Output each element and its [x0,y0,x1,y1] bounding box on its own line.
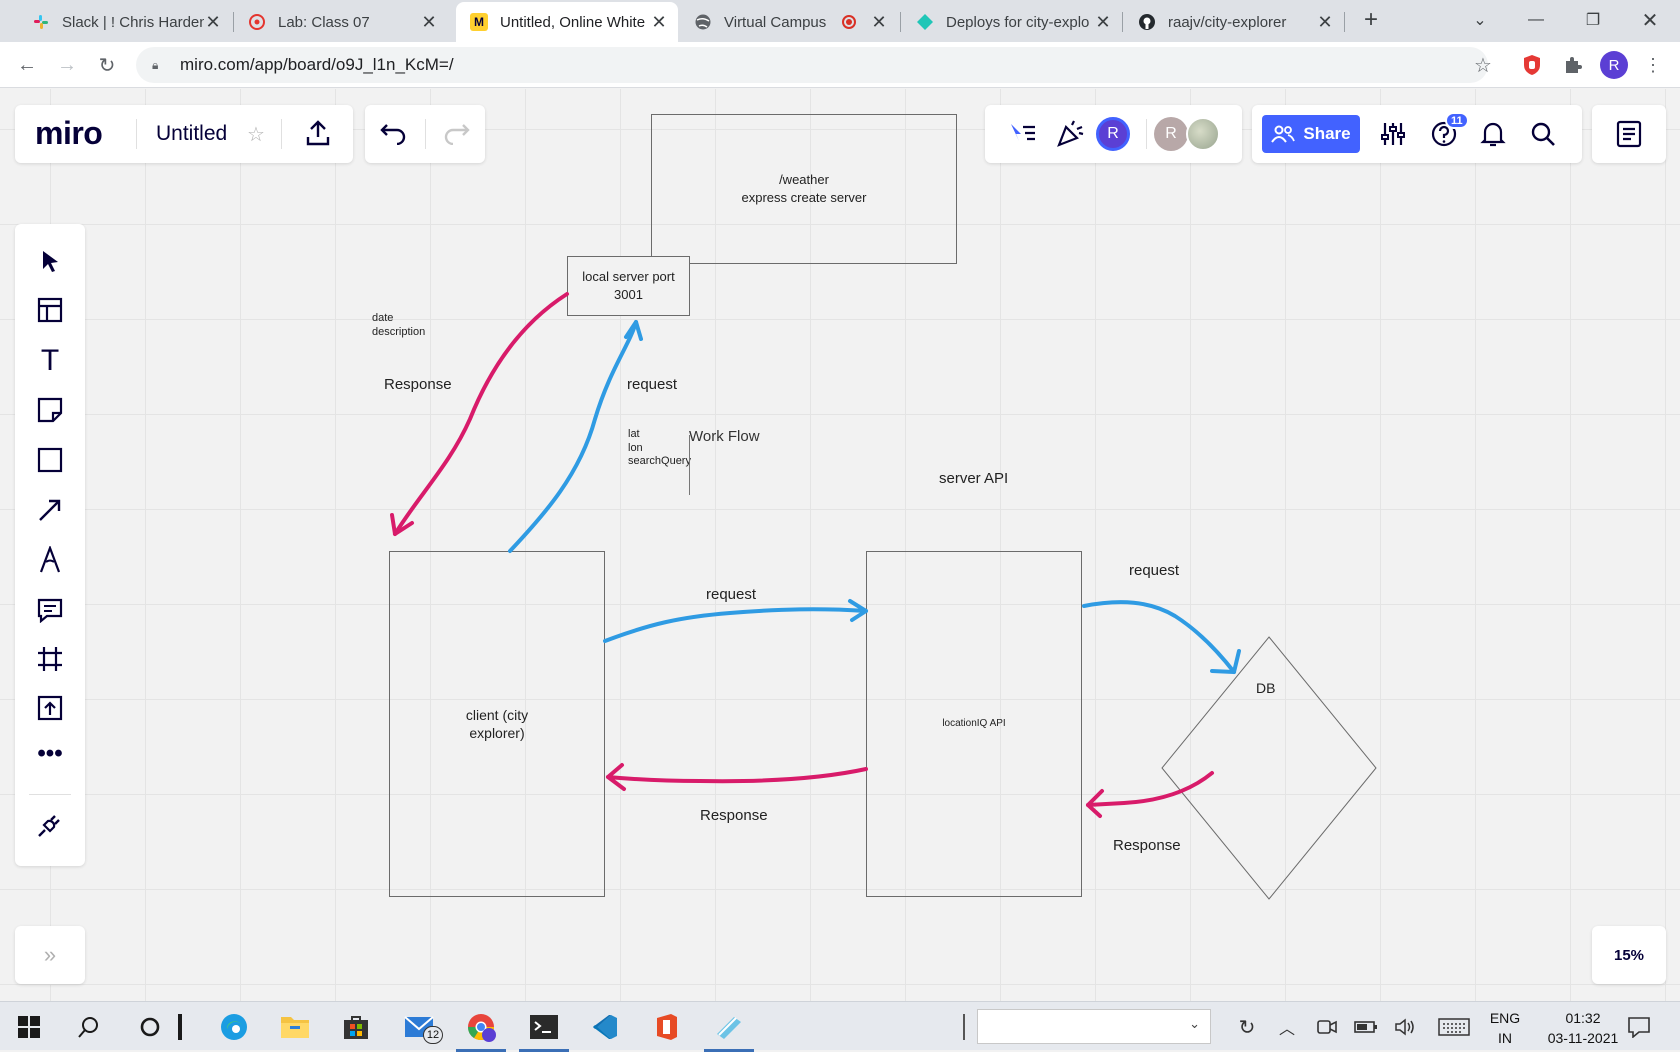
tab-github[interactable]: raajv/city-explorer ✕ [1124,2,1344,42]
close-tab-icon[interactable]: ✕ [204,12,222,33]
toolbar-divider [963,1014,965,1040]
close-icon: ✕ [1641,9,1659,32]
kebab-menu-icon[interactable]: ⋮ [1640,52,1666,78]
chrome-icon[interactable] [456,1010,506,1052]
slack-icon [32,13,50,31]
back-button[interactable]: ← [12,50,42,80]
forward-button[interactable]: → [52,50,82,80]
search-icon[interactable] [72,1010,106,1044]
diagram-connectors [390,292,1377,900]
lock-icon: 🔒︎ [152,57,159,72]
arrow-left-icon: ← [17,53,37,76]
clock-time: 01:32 [1565,1010,1601,1026]
terminal-icon[interactable] [519,1010,569,1052]
tab-lab-class[interactable]: Lab: Class 07 ✕ [234,2,448,42]
browser-toolbar: ← → ↻ 🔒︎ miro.com/app/board/o9J_l1n_KcM=… [0,42,1680,88]
arrow-right-icon: → [57,53,77,76]
reload-button[interactable]: ↻ [92,50,122,80]
new-tab-button[interactable]: + [1351,6,1391,34]
vscode-icon[interactable] [588,1010,622,1044]
tab-title: Virtual Campus [724,13,827,31]
tab-search-button[interactable]: ⌄ [1460,6,1500,34]
volume-icon[interactable] [1389,1010,1423,1044]
clock[interactable]: 01:32 03-11-2021 [1540,1008,1626,1048]
notification-center-icon[interactable] [1622,1010,1656,1044]
snipping-tool-icon[interactable] [704,1010,754,1052]
battery-icon[interactable] [1349,1010,1383,1044]
close-tab-icon[interactable]: ✕ [1316,12,1334,33]
recording-icon [842,15,856,29]
task-view-icon[interactable] [176,1010,184,1044]
netlify-icon [916,13,934,31]
tab-title: Lab: Class 07 [278,13,370,31]
request-arrow[interactable] [508,320,638,553]
tab-slack[interactable]: Slack | ! Chris Harden ✕ [18,2,232,42]
globe-icon [694,13,712,31]
tab-title: raajv/city-explorer [1168,13,1287,31]
extension-shield-icon[interactable] [1519,52,1545,78]
minimize-button[interactable]: — [1516,6,1556,34]
plus-icon: + [1363,6,1378,33]
tab-title: Slack | ! Chris Harden [62,13,204,31]
windows-taskbar: 12 ⌄ ↻ ︿ ENG IN 01:32 03-11-2021 [0,1001,1680,1052]
chevron-down-icon: ⌄ [1473,12,1487,29]
restore-button[interactable]: ❐ [1573,6,1613,34]
canvas-icon [248,13,266,31]
office-icon[interactable] [650,1010,684,1044]
response-arrow[interactable] [393,292,569,536]
miro-icon: M [470,13,488,31]
cortana-circle-icon[interactable] [133,1010,167,1044]
tab-netlify[interactable]: Deploys for city-explo ✕ [902,2,1122,42]
url-text: miro.com/app/board/o9J_l1n_KcM=/ [180,55,454,74]
store-bag-icon[interactable] [339,1010,373,1044]
tab-separator [900,12,901,32]
response-arrow[interactable] [606,767,868,784]
mail-icon[interactable]: 12 [402,1010,443,1044]
tab-separator [1344,12,1345,32]
tab-title: Deploys for city-explo [946,13,1090,31]
show-hidden-icons-chevron[interactable]: ︿ [1270,1010,1304,1044]
start-windows-icon[interactable] [12,1010,46,1044]
edge-browser-icon[interactable] [217,1010,251,1044]
language-indicator[interactable]: ENG IN [1485,1008,1525,1048]
meet-now-icon[interactable] [1310,1010,1344,1044]
address-bar[interactable]: 🔒︎ miro.com/app/board/o9J_l1n_KcM=/ [136,47,1488,83]
keyboard-icon[interactable] [1436,1010,1472,1044]
db-diamond[interactable] [1161,636,1377,900]
db-label[interactable]: DB [1256,680,1275,696]
minimize-icon: — [1528,11,1544,28]
clock-date: 03-11-2021 [1547,1030,1619,1046]
bookmark-star-icon[interactable]: ☆ [1470,52,1496,78]
browser-tab-bar: Slack | ! Chris Harden ✕ Lab: Class 07 ✕… [0,0,1680,42]
file-explorer-icon[interactable] [278,1010,312,1044]
refresh-icon[interactable]: ↻ [1230,1010,1264,1044]
close-tab-icon[interactable]: ✕ [650,12,668,33]
address-toolbar-input[interactable]: ⌄ [977,1009,1211,1044]
response-arrow[interactable] [1086,771,1214,807]
close-window-button[interactable]: ✕ [1630,6,1670,34]
extensions-puzzle-icon[interactable] [1560,52,1586,78]
tab-title: Untitled, Online White [500,13,646,31]
mail-badge: 12 [423,1026,443,1044]
close-tab-icon[interactable]: ✕ [870,12,888,33]
miro-board-canvas[interactable]: miro Untitled ☆ R R Share 11 T ••• » 15%… [0,89,1680,1001]
close-tab-icon[interactable]: ✕ [1094,12,1112,33]
chevron-down-icon[interactable]: ⌄ [1189,1016,1200,1032]
restore-icon: ❐ [1585,12,1601,29]
request-arrow[interactable] [1082,600,1236,674]
github-icon [1138,13,1156,31]
close-tab-icon[interactable]: ✕ [420,12,438,33]
tab-miro[interactable]: M Untitled, Online White ✕ [456,2,678,42]
tab-virtual-campus[interactable]: Virtual Campus ✕ [680,2,898,42]
reload-icon: ↻ [98,54,116,77]
profile-avatar[interactable]: R [1600,51,1628,79]
request-arrow[interactable] [603,607,868,643]
tab-separator [1122,12,1123,32]
